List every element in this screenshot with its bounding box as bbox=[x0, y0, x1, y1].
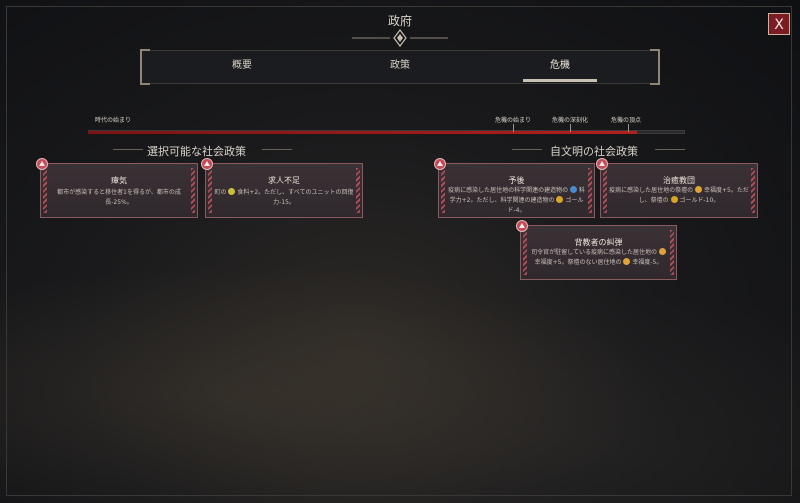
desc-text: 疫病に感染した居住地の祭壇の bbox=[609, 187, 694, 194]
policy-card-desc: 町の 食料+2。ただし、すべてのユニットの回復力-15。 bbox=[213, 188, 355, 208]
desc-text: 疫病に感染した居住地の科学関連の建造物の bbox=[448, 187, 569, 194]
timeline-start-label: 時代の始まり bbox=[95, 117, 132, 124]
policy-card-prevention[interactable]: 予後 疫病に感染した居住地の科学関連の建造物の 科学力+2。ただし、科学関連の建… bbox=[438, 163, 595, 218]
available-policies-title: 選択可能な社会政策 bbox=[147, 145, 246, 158]
desc-text: ゴールド-10。 bbox=[679, 197, 720, 204]
science-icon bbox=[570, 186, 577, 193]
close-button[interactable]: X bbox=[768, 13, 790, 35]
policy-card-desc: 司令官が駐留している疫病に感染した居住地の 幸福度+5。祭壇のない居住地の 幸福… bbox=[528, 248, 669, 268]
policy-card-title: 求人不足 bbox=[268, 176, 300, 185]
timeline-crisis-start-label: 危機の始まり bbox=[495, 117, 532, 124]
desc-text: 町の bbox=[214, 189, 227, 196]
policy-card-miasma[interactable]: 瘴気 都市が感染すると移住者1を得るが、都市の成長-25%。 bbox=[40, 163, 198, 218]
desc-text: 司令官が駐留している疫病に感染した居住地の bbox=[531, 249, 657, 256]
policy-card-title: 予後 bbox=[508, 176, 525, 185]
policy-card-desc: 疫病に感染した居住地の祭壇の 幸福度+5。ただし、祭壇の ゴールド-10。 bbox=[608, 186, 750, 206]
tab-overview[interactable]: 概要 bbox=[182, 50, 302, 82]
tab-bar-right-cap bbox=[650, 49, 660, 85]
timeline-tick bbox=[513, 124, 514, 132]
tab-crisis[interactable]: 危機 bbox=[500, 50, 620, 82]
tab-bar-left-cap bbox=[140, 49, 150, 85]
food-icon bbox=[228, 188, 236, 195]
policy-card-title: 治癒教団 bbox=[663, 176, 695, 185]
window-title: 政府 bbox=[387, 14, 412, 28]
timeline-tick bbox=[570, 124, 571, 132]
timeline-progress-fill bbox=[88, 131, 638, 134]
active-tab-indicator bbox=[523, 79, 597, 82]
crisis-badge-icon bbox=[36, 158, 48, 170]
policy-card-healers[interactable]: 治癒教団 疫病に感染した居住地の祭壇の 幸福度+5。ただし、祭壇の ゴールド-1… bbox=[600, 163, 758, 218]
happiness-icon bbox=[623, 258, 631, 265]
tab-policies[interactable]: 政策 bbox=[340, 50, 460, 82]
title-ornament bbox=[352, 29, 448, 47]
timeline-crisis-peak-label: 危機の頂点 bbox=[611, 117, 642, 124]
crisis-badge-icon bbox=[516, 220, 528, 232]
section-divider bbox=[113, 149, 143, 150]
desc-text: 幸福度-5。 bbox=[632, 259, 663, 266]
desc-text: 幸福度+5。祭壇のない居住地の bbox=[534, 259, 622, 266]
gold-icon bbox=[670, 196, 678, 203]
section-divider bbox=[512, 149, 542, 150]
own-policies-title: 自文明の社会政策 bbox=[550, 145, 638, 158]
policy-card-desc: 疫病に感染した居住地の科学関連の建造物の 科学力+2。ただし、科学関連の建造物の… bbox=[446, 186, 587, 216]
desc-text: 食料+2。ただし、すべてのユニットの回復力-15。 bbox=[237, 189, 354, 206]
gold-icon bbox=[556, 196, 564, 203]
crisis-badge-icon bbox=[434, 158, 446, 170]
policy-card-lack[interactable]: 求人不足 町の 食料+2。ただし、すべてのユニットの回復力-15。 bbox=[205, 163, 363, 218]
happiness-icon bbox=[658, 248, 666, 255]
section-divider bbox=[262, 149, 292, 150]
timeline-tick bbox=[628, 124, 629, 132]
crisis-badge-icon bbox=[596, 158, 608, 170]
policy-card-desc: 都市が感染すると移住者1を得るが、都市の成長-25%。 bbox=[57, 189, 181, 206]
policy-card-apostate[interactable]: 背教者の糾弾 司令官が駐留している疫病に感染した居住地の 幸福度+5。祭壇のない… bbox=[520, 225, 677, 280]
timeline-crisis-deepen-label: 危機の深刻化 bbox=[552, 117, 589, 124]
crisis-badge-icon bbox=[201, 158, 213, 170]
policy-card-title: 背教者の糾弾 bbox=[574, 238, 623, 247]
policy-card-title: 瘴気 bbox=[111, 176, 127, 185]
happiness-icon bbox=[695, 186, 703, 193]
section-divider bbox=[655, 149, 685, 150]
